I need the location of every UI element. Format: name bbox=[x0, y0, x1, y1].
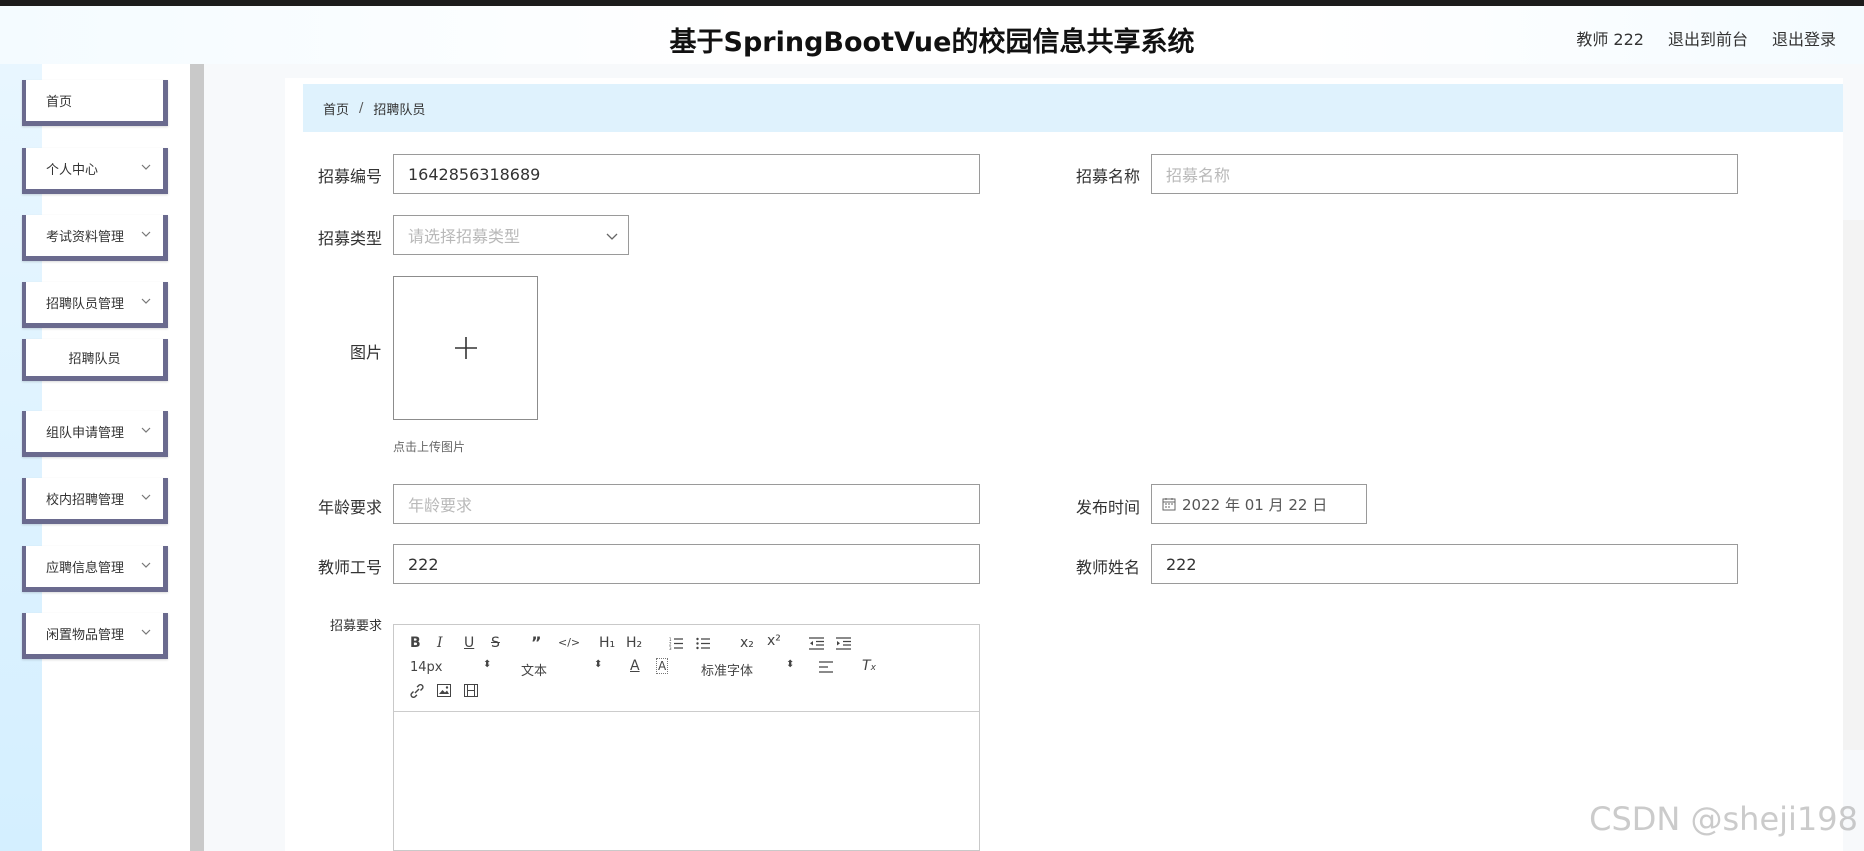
blockquote-icon[interactable]: ” bbox=[531, 633, 542, 652]
align-icon[interactable] bbox=[819, 661, 833, 673]
sidebar-item-label: 招聘队员 bbox=[68, 352, 121, 367]
clear-format-icon[interactable]: Tx bbox=[862, 658, 876, 674]
chevron-down-icon bbox=[141, 629, 151, 635]
sidebar-item-recruit-management[interactable]: 招聘队员管理 bbox=[22, 282, 168, 328]
sidebar: 首页 个人中心 考试资料管理 招聘队员管理 招聘队员 组队申请管理 校内招聘管理… bbox=[0, 64, 190, 851]
chevron-down-icon bbox=[141, 427, 151, 433]
image-icon[interactable] bbox=[437, 684, 451, 697]
upload-tip: 点击上传图片 bbox=[393, 440, 466, 454]
svg-text:3: 3 bbox=[669, 646, 672, 650]
sidebar-subitem-recruit[interactable]: 招聘队员 bbox=[22, 339, 168, 381]
chevron-down-icon bbox=[141, 494, 151, 500]
font-size-select[interactable]: 14px bbox=[410, 660, 443, 675]
recruit-type-label: 招募类型 bbox=[317, 229, 382, 248]
chevron-down-icon bbox=[606, 233, 618, 240]
sidebar-item-campus-recruit[interactable]: 校内招聘管理 bbox=[22, 478, 168, 524]
age-field[interactable]: 年龄要求 bbox=[393, 484, 980, 524]
requirement-editor: B I U S ” </> H₁ H₂ 123 x₂ x² 14px ⬍ 文本 … bbox=[393, 624, 980, 851]
image-label: 图片 bbox=[349, 343, 382, 362]
recruit-type-select[interactable]: 请选择招募类型 bbox=[393, 215, 629, 255]
sidebar-item-team-application[interactable]: 组队申请管理 bbox=[22, 411, 168, 457]
recruit-name-label: 招募名称 bbox=[1075, 167, 1140, 186]
breadcrumb-separator: / bbox=[359, 100, 364, 116]
sidebar-item-label: 考试资料管理 bbox=[46, 230, 125, 245]
chevron-down-icon bbox=[141, 562, 151, 568]
teacher-name-field[interactable]: 222 bbox=[1151, 544, 1738, 584]
heading1-icon[interactable]: H₁ bbox=[599, 635, 615, 651]
publish-time-picker[interactable]: 2022 年 01 月 22 日 bbox=[1151, 484, 1367, 524]
subscript-icon[interactable]: x₂ bbox=[740, 635, 754, 651]
recruit-no-field[interactable]: 1642856318689 bbox=[393, 154, 980, 194]
teacher-no-label: 教师工号 bbox=[317, 558, 382, 577]
heading2-icon[interactable]: H₂ bbox=[626, 635, 642, 651]
recruit-name-field[interactable]: 招募名称 bbox=[1151, 154, 1738, 194]
breadcrumb-home[interactable]: 首页 bbox=[323, 99, 349, 118]
sidebar-item-exam-materials[interactable]: 考试资料管理 bbox=[22, 215, 168, 261]
chevron-down-icon bbox=[141, 298, 151, 304]
strike-icon[interactable]: S bbox=[491, 635, 500, 651]
recruit-no-label: 招募编号 bbox=[317, 167, 382, 186]
indent-icon[interactable] bbox=[836, 637, 851, 650]
bold-icon[interactable]: B bbox=[410, 635, 421, 651]
sidebar-item-label: 招聘队员管理 bbox=[46, 297, 125, 312]
link-icon[interactable] bbox=[410, 684, 424, 698]
content-scroll-area bbox=[1843, 220, 1864, 750]
sidebar-item-label: 校内招聘管理 bbox=[46, 493, 125, 508]
chevron-down-icon bbox=[141, 164, 151, 170]
video-icon[interactable] bbox=[464, 684, 478, 697]
watermark-text: CSDN @sheji198 bbox=[1589, 800, 1858, 838]
font-family-select-arrow: ⬍ bbox=[786, 659, 795, 670]
requirement-label: 招募要求 bbox=[329, 619, 382, 634]
image-upload-button[interactable] bbox=[393, 276, 538, 420]
sidebar-item-personal-center[interactable]: 个人中心 bbox=[22, 148, 168, 194]
sidebar-item-idle-items[interactable]: 闲置物品管理 bbox=[22, 613, 168, 659]
plus-icon bbox=[454, 337, 477, 359]
publish-time-value: 2022 年 01 月 22 日 bbox=[1182, 495, 1328, 514]
code-block-icon[interactable]: </> bbox=[558, 636, 580, 649]
teacher-name-label: 教师姓名 bbox=[1075, 558, 1140, 577]
sidebar-item-label: 闲置物品管理 bbox=[46, 628, 125, 643]
chevron-down-icon bbox=[141, 231, 151, 237]
breadcrumb-current: 招聘队员 bbox=[373, 102, 426, 118]
sidebar-item-label: 首页 bbox=[46, 95, 73, 110]
background-color-icon[interactable]: A bbox=[656, 658, 669, 674]
editor-content-area[interactable] bbox=[394, 712, 979, 851]
publish-time-label: 发布时间 bbox=[1075, 498, 1140, 517]
font-family-select[interactable]: 标准字体 bbox=[701, 660, 753, 679]
user-label[interactable]: 教师 222 bbox=[1576, 26, 1644, 50]
recruit-type-placeholder: 请选择招募类型 bbox=[408, 227, 521, 246]
sidebar-scrollbar[interactable] bbox=[190, 64, 204, 851]
superscript-icon[interactable]: x² bbox=[767, 633, 781, 649]
font-color-icon[interactable]: A bbox=[630, 658, 640, 674]
text-style-select[interactable]: 文本 bbox=[521, 660, 547, 679]
age-label: 年龄要求 bbox=[317, 498, 382, 517]
outdent-icon[interactable] bbox=[809, 637, 824, 650]
sidebar-item-application-info[interactable]: 应聘信息管理 bbox=[22, 546, 168, 592]
to-front-link[interactable]: 退出到前台 bbox=[1668, 26, 1748, 50]
bullet-list-icon[interactable] bbox=[696, 637, 710, 650]
editor-toolbar: B I U S ” </> H₁ H₂ 123 x₂ x² 14px ⬍ 文本 … bbox=[394, 625, 979, 712]
font-size-select-arrow: ⬍ bbox=[483, 659, 492, 670]
text-style-select-arrow: ⬍ bbox=[594, 659, 603, 670]
italic-icon[interactable]: I bbox=[437, 635, 443, 651]
logout-link[interactable]: 退出登录 bbox=[1772, 26, 1836, 50]
sidebar-item-label: 组队申请管理 bbox=[46, 426, 125, 441]
breadcrumb: 首页 / 招聘队员 bbox=[303, 84, 1843, 132]
sidebar-item-label: 个人中心 bbox=[46, 163, 99, 178]
header: 基于SpringBootVue的校园信息共享系统 教师 222 退出到前台 退出… bbox=[0, 6, 1864, 64]
ordered-list-icon[interactable]: 123 bbox=[669, 637, 683, 650]
header-links: 教师 222 退出到前台 退出登录 bbox=[1576, 26, 1836, 50]
sidebar-item-label: 应聘信息管理 bbox=[46, 561, 125, 576]
sidebar-item-home[interactable]: 首页 bbox=[22, 80, 168, 126]
teacher-no-field[interactable]: 222 bbox=[393, 544, 980, 584]
calendar-icon bbox=[1162, 498, 1176, 511]
underline-icon[interactable]: U bbox=[464, 635, 474, 651]
